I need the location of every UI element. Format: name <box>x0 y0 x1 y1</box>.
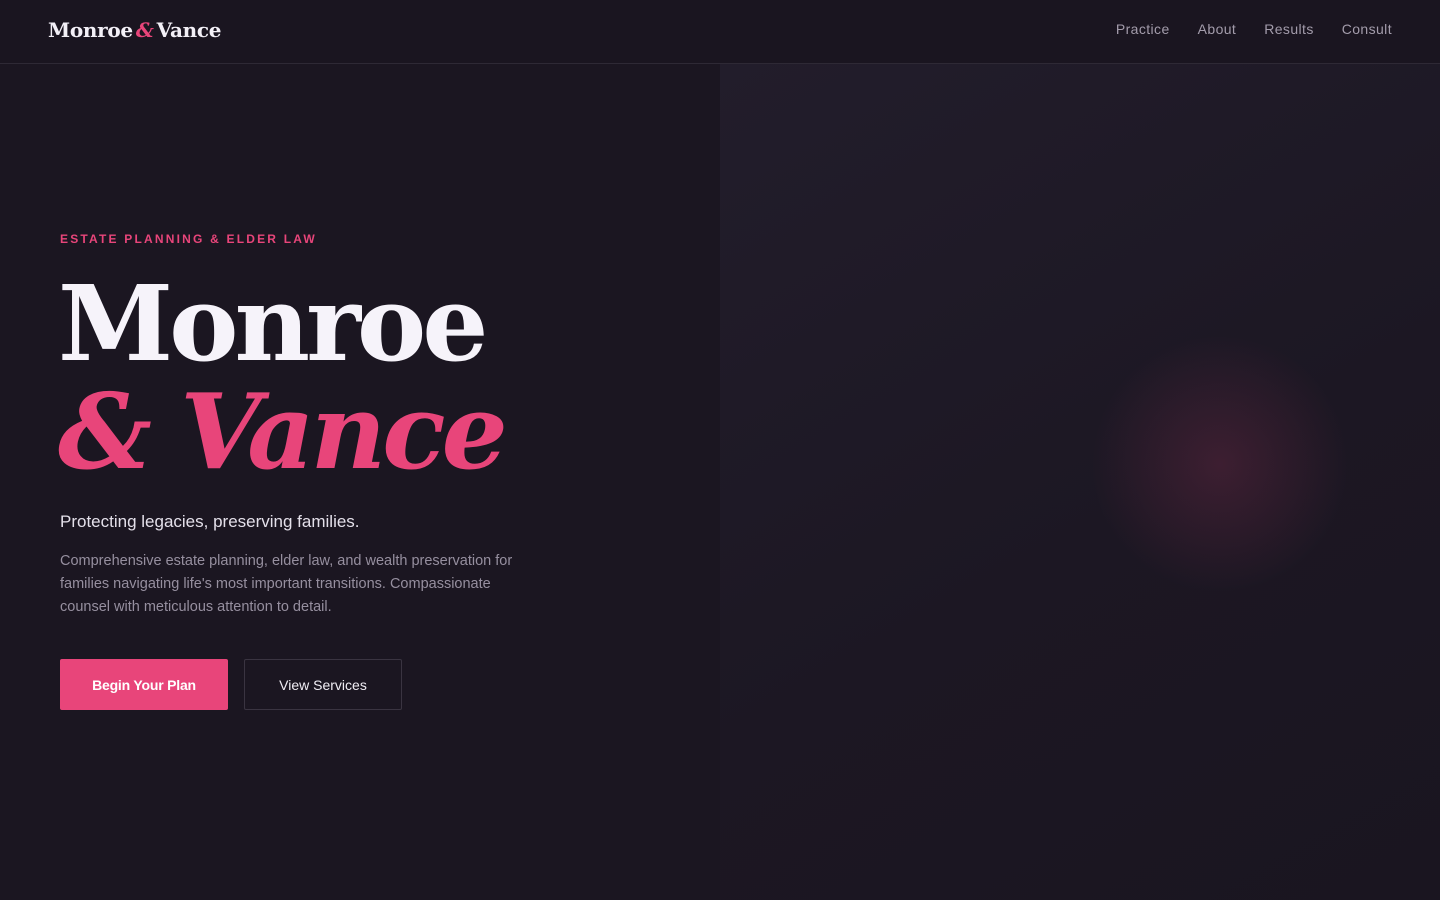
hero-description: Comprehensive estate planning, elder law… <box>60 553 513 615</box>
page: Monroe & Vance Practice About Results Cons… <box>0 0 1440 900</box>
nav-link-about[interactable]: About <box>1198 21 1237 37</box>
accent-glow <box>1090 334 1350 594</box>
begin-plan-button[interactable]: Begin Your Plan <box>60 659 228 710</box>
logo-ampersand: & <box>135 18 154 42</box>
hero-visual-panel <box>720 64 1440 900</box>
hero-title-line1: Monroe <box>58 262 488 385</box>
hero-eyebrow: ESTATE PLANNING & ELDER LAW <box>60 232 317 246</box>
nav-link-results[interactable]: Results <box>1264 21 1313 37</box>
logo-name-left: Monroe <box>48 18 133 42</box>
hero-tagline: Protecting legacies, preserving families… <box>60 512 360 531</box>
hero-title-line2: & Vance <box>58 370 508 493</box>
nav-links: Practice About Results Consult <box>1116 21 1392 37</box>
view-services-button[interactable]: View Services <box>244 659 402 710</box>
hero-title: Monroe & Vance <box>58 270 508 493</box>
nav-link-practice[interactable]: Practice <box>1116 21 1170 37</box>
logo[interactable]: Monroe & Vance <box>48 18 221 42</box>
logo-name-right: Vance <box>156 18 222 42</box>
nav-link-consult[interactable]: Consult <box>1342 21 1392 37</box>
navbar: Monroe & Vance Practice About Results Cons… <box>0 0 1440 64</box>
